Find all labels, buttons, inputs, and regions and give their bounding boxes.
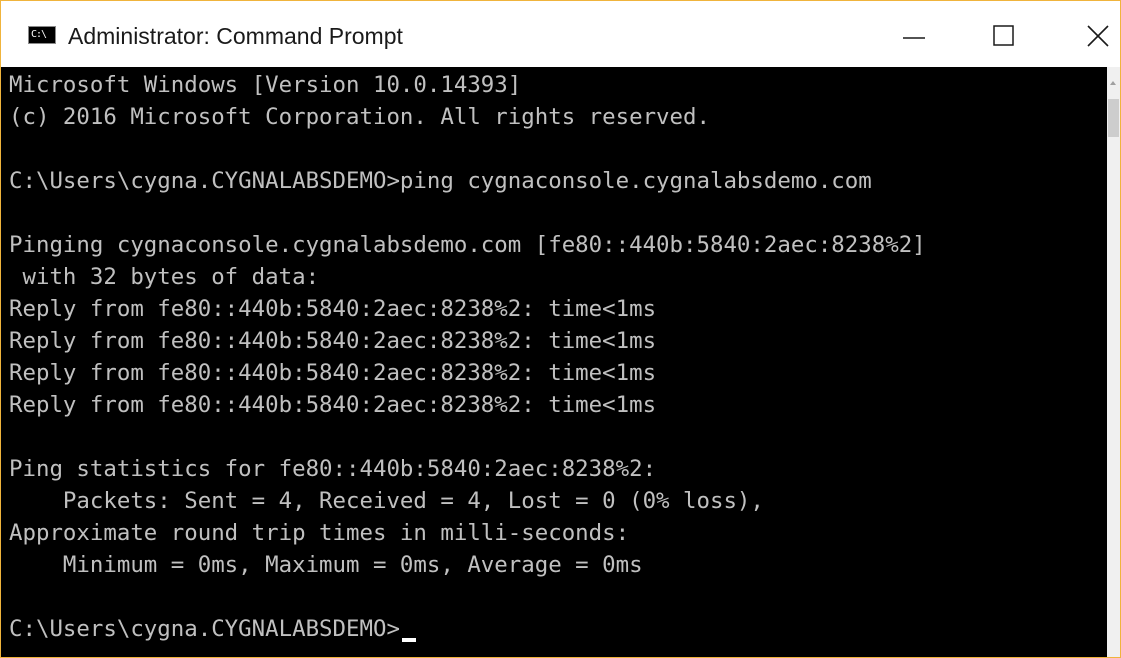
minimize-button[interactable] (891, 9, 937, 59)
text-cursor (401, 638, 416, 642)
console-line: Approximate round trip times in milli-se… (9, 520, 630, 546)
cmd-icon[interactable]: C:\ (28, 26, 56, 44)
console-line: Reply from fe80::440b:5840:2aec:8238%2: … (9, 296, 657, 322)
console-line: Reply from fe80::440b:5840:2aec:8238%2: … (9, 360, 657, 386)
console-line: Packets: Sent = 4, Received = 4, Lost = … (9, 488, 764, 514)
console-line: Pinging cygnaconsole.cygnalabsdemo.com [… (9, 232, 926, 258)
console-output[interactable]: Microsoft Windows [Version 10.0.14393] (… (1, 67, 1107, 657)
console-line: C:\Users\cygna.CYGNALABSDEMO>ping cygnac… (9, 168, 872, 194)
maximize-button[interactable] (981, 9, 1027, 59)
minimize-icon (903, 37, 925, 39)
prompt-line[interactable]: C:\Users\cygna.CYGNALABSDEMO> (9, 613, 416, 645)
console-line: Ping statistics for fe80::440b:5840:2aec… (9, 456, 657, 482)
cmd-icon-glyph: C:\ (31, 29, 47, 40)
console-line: (c) 2016 Microsoft Corporation. All righ… (9, 104, 710, 130)
maximize-icon (993, 25, 1014, 46)
console-line: Reply from fe80::440b:5840:2aec:8238%2: … (9, 328, 657, 354)
scroll-thumb[interactable] (1108, 99, 1119, 137)
console-line: Minimum = 0ms, Maximum = 0ms, Average = … (9, 552, 643, 578)
close-button[interactable] (1075, 9, 1120, 59)
console-line: Microsoft Windows [Version 10.0.14393] (9, 72, 522, 98)
prompt-text: C:\Users\cygna.CYGNALABSDEMO> (9, 616, 400, 642)
vertical-scrollbar[interactable] (1107, 67, 1120, 657)
window-title: Administrator: Command Prompt (68, 23, 403, 49)
close-icon (1087, 25, 1109, 47)
command-prompt-window: C:\ Administrator: Command Prompt Micros… (0, 0, 1121, 658)
console-line: Reply from fe80::440b:5840:2aec:8238%2: … (9, 392, 657, 418)
title-bar[interactable]: C:\ Administrator: Command Prompt (1, 1, 1120, 67)
scroll-up-arrow-icon[interactable] (1110, 81, 1116, 85)
console-line: with 32 bytes of data: (9, 264, 320, 290)
